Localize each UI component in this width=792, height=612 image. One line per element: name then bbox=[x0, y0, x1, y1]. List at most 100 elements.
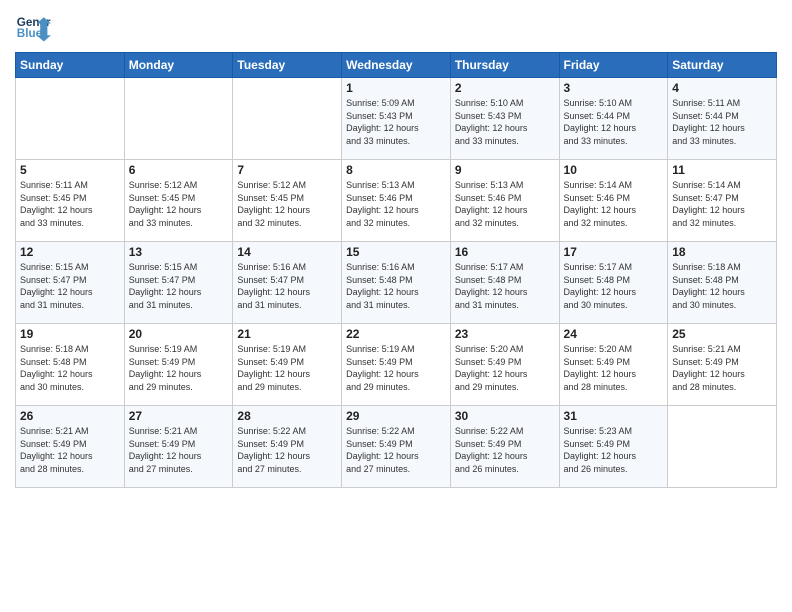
day-cell: 28 Sunrise: 5:22 AM Sunset: 5:49 PM Dayli… bbox=[233, 406, 342, 488]
day-cell: 26 Sunrise: 5:21 AM Sunset: 5:49 PM Dayli… bbox=[16, 406, 125, 488]
day-info: Sunrise: 5:11 AM Sunset: 5:45 PM Dayligh… bbox=[20, 179, 120, 229]
weekday-header-saturday: Saturday bbox=[668, 53, 777, 78]
day-cell: 29Sunrise: 5:22 AM Sunset: 5:49 PM Dayli… bbox=[342, 406, 451, 488]
day-cell: 14Sunrise: 5:16 AM Sunset: 5:47 PM Dayli… bbox=[233, 242, 342, 324]
day-info: Sunrise: 5:12 AM Sunset: 5:45 PM Dayligh… bbox=[237, 179, 337, 229]
day-number: 8 bbox=[346, 163, 446, 177]
day-cell: 13 Sunrise: 5:15 AM Sunset: 5:47 PM Dayli… bbox=[124, 242, 233, 324]
day-number: 16 bbox=[455, 245, 555, 259]
day-info: Sunrise: 5:22 AM Sunset: 5:49 PM Dayligh… bbox=[237, 425, 337, 475]
day-cell: 27Sunrise: 5:21 AM Sunset: 5:49 PM Dayli… bbox=[124, 406, 233, 488]
day-number: 2 bbox=[455, 81, 555, 95]
day-number: 31 bbox=[564, 409, 664, 423]
day-number: 22 bbox=[346, 327, 446, 341]
day-number: 15 bbox=[346, 245, 446, 259]
day-number: 4 bbox=[672, 81, 772, 95]
day-info: Sunrise: 5:17 AM Sunset: 5:48 PM Dayligh… bbox=[564, 261, 664, 311]
day-info: Sunrise: 5:18 AM Sunset: 5:48 PM Dayligh… bbox=[20, 343, 120, 393]
day-cell: 25Sunrise: 5:21 AM Sunset: 5:49 PM Dayli… bbox=[668, 324, 777, 406]
day-cell: 22 Sunrise: 5:19 AM Sunset: 5:49 PM Dayli… bbox=[342, 324, 451, 406]
day-info: Sunrise: 5:11 AM Sunset: 5:44 PM Dayligh… bbox=[672, 97, 772, 147]
day-cell: 31 Sunrise: 5:23 AM Sunset: 5:49 PM Dayli… bbox=[559, 406, 668, 488]
svg-text:Blue: Blue bbox=[17, 27, 43, 40]
day-info: Sunrise: 5:13 AM Sunset: 5:46 PM Dayligh… bbox=[455, 179, 555, 229]
day-number: 26 bbox=[20, 409, 120, 423]
day-cell: 9 Sunrise: 5:13 AM Sunset: 5:46 PM Daylig… bbox=[450, 160, 559, 242]
day-number: 18 bbox=[672, 245, 772, 259]
day-number: 6 bbox=[129, 163, 229, 177]
day-cell: 4 Sunrise: 5:11 AM Sunset: 5:44 PM Daylig… bbox=[668, 78, 777, 160]
day-number: 13 bbox=[129, 245, 229, 259]
day-info: Sunrise: 5:19 AM Sunset: 5:49 PM Dayligh… bbox=[129, 343, 229, 393]
day-info: Sunrise: 5:16 AM Sunset: 5:48 PM Dayligh… bbox=[346, 261, 446, 311]
day-number: 1 bbox=[346, 81, 446, 95]
day-info: Sunrise: 5:23 AM Sunset: 5:49 PM Dayligh… bbox=[564, 425, 664, 475]
logo: General Blue bbox=[15, 10, 51, 46]
day-cell: 30 Sunrise: 5:22 AM Sunset: 5:49 PM Dayli… bbox=[450, 406, 559, 488]
day-cell: 16 Sunrise: 5:17 AM Sunset: 5:48 PM Dayli… bbox=[450, 242, 559, 324]
day-info: Sunrise: 5:14 AM Sunset: 5:46 PM Dayligh… bbox=[564, 179, 664, 229]
day-cell: 11 Sunrise: 5:14 AM Sunset: 5:47 PM Dayli… bbox=[668, 160, 777, 242]
day-info: Sunrise: 5:22 AM Sunset: 5:49 PM Dayligh… bbox=[455, 425, 555, 475]
day-cell: 24 Sunrise: 5:20 AM Sunset: 5:49 PM Dayli… bbox=[559, 324, 668, 406]
day-info: Sunrise: 5:10 AM Sunset: 5:44 PM Dayligh… bbox=[564, 97, 664, 147]
day-cell: 10 Sunrise: 5:14 AM Sunset: 5:46 PM Dayli… bbox=[559, 160, 668, 242]
day-cell: 23Sunrise: 5:20 AM Sunset: 5:49 PM Dayli… bbox=[450, 324, 559, 406]
day-number: 19 bbox=[20, 327, 120, 341]
week-row-3: 12Sunrise: 5:15 AM Sunset: 5:47 PM Dayli… bbox=[16, 242, 777, 324]
day-info: Sunrise: 5:09 AM Sunset: 5:43 PM Dayligh… bbox=[346, 97, 446, 147]
day-number: 27 bbox=[129, 409, 229, 423]
day-number: 25 bbox=[672, 327, 772, 341]
day-number: 28 bbox=[237, 409, 337, 423]
day-number: 10 bbox=[564, 163, 664, 177]
day-number: 21 bbox=[237, 327, 337, 341]
weekday-header-row: SundayMondayTuesdayWednesdayThursdayFrid… bbox=[16, 53, 777, 78]
header: General Blue bbox=[15, 10, 777, 46]
week-row-5: 26 Sunrise: 5:21 AM Sunset: 5:49 PM Dayli… bbox=[16, 406, 777, 488]
day-info: Sunrise: 5:20 AM Sunset: 5:49 PM Dayligh… bbox=[564, 343, 664, 393]
week-row-4: 19 Sunrise: 5:18 AM Sunset: 5:48 PM Dayli… bbox=[16, 324, 777, 406]
day-cell: 15 Sunrise: 5:16 AM Sunset: 5:48 PM Dayli… bbox=[342, 242, 451, 324]
calendar-table: SundayMondayTuesdayWednesdayThursdayFrid… bbox=[15, 52, 777, 488]
weekday-header-monday: Monday bbox=[124, 53, 233, 78]
day-info: Sunrise: 5:19 AM Sunset: 5:49 PM Dayligh… bbox=[346, 343, 446, 393]
day-number: 29 bbox=[346, 409, 446, 423]
day-cell: 1 Sunrise: 5:09 AM Sunset: 5:43 PM Daylig… bbox=[342, 78, 451, 160]
day-number: 3 bbox=[564, 81, 664, 95]
day-info: Sunrise: 5:10 AM Sunset: 5:43 PM Dayligh… bbox=[455, 97, 555, 147]
day-info: Sunrise: 5:21 AM Sunset: 5:49 PM Dayligh… bbox=[20, 425, 120, 475]
day-cell bbox=[233, 78, 342, 160]
day-number: 9 bbox=[455, 163, 555, 177]
week-row-2: 5 Sunrise: 5:11 AM Sunset: 5:45 PM Daylig… bbox=[16, 160, 777, 242]
day-cell bbox=[668, 406, 777, 488]
day-number: 7 bbox=[237, 163, 337, 177]
day-info: Sunrise: 5:14 AM Sunset: 5:47 PM Dayligh… bbox=[672, 179, 772, 229]
day-number: 30 bbox=[455, 409, 555, 423]
day-cell: 21 Sunrise: 5:19 AM Sunset: 5:49 PM Dayli… bbox=[233, 324, 342, 406]
day-cell: 6Sunrise: 5:12 AM Sunset: 5:45 PM Daylig… bbox=[124, 160, 233, 242]
day-cell: 3 Sunrise: 5:10 AM Sunset: 5:44 PM Daylig… bbox=[559, 78, 668, 160]
logo-icon: General Blue bbox=[15, 10, 51, 46]
calendar-page: General Blue SundayMondayTuesdayWednesda… bbox=[0, 0, 792, 612]
day-cell: 8Sunrise: 5:13 AM Sunset: 5:46 PM Daylig… bbox=[342, 160, 451, 242]
day-number: 24 bbox=[564, 327, 664, 341]
weekday-header-sunday: Sunday bbox=[16, 53, 125, 78]
day-number: 17 bbox=[564, 245, 664, 259]
day-cell: 2 Sunrise: 5:10 AM Sunset: 5:43 PM Daylig… bbox=[450, 78, 559, 160]
day-cell: 7 Sunrise: 5:12 AM Sunset: 5:45 PM Daylig… bbox=[233, 160, 342, 242]
day-cell: 12Sunrise: 5:15 AM Sunset: 5:47 PM Dayli… bbox=[16, 242, 125, 324]
day-number: 14 bbox=[237, 245, 337, 259]
day-cell: 19 Sunrise: 5:18 AM Sunset: 5:48 PM Dayli… bbox=[16, 324, 125, 406]
weekday-header-tuesday: Tuesday bbox=[233, 53, 342, 78]
day-info: Sunrise: 5:18 AM Sunset: 5:48 PM Dayligh… bbox=[672, 261, 772, 311]
week-row-1: 1 Sunrise: 5:09 AM Sunset: 5:43 PM Daylig… bbox=[16, 78, 777, 160]
day-number: 11 bbox=[672, 163, 772, 177]
day-info: Sunrise: 5:19 AM Sunset: 5:49 PM Dayligh… bbox=[237, 343, 337, 393]
day-info: Sunrise: 5:17 AM Sunset: 5:48 PM Dayligh… bbox=[455, 261, 555, 311]
weekday-header-wednesday: Wednesday bbox=[342, 53, 451, 78]
day-number: 23 bbox=[455, 327, 555, 341]
day-info: Sunrise: 5:15 AM Sunset: 5:47 PM Dayligh… bbox=[129, 261, 229, 311]
day-number: 5 bbox=[20, 163, 120, 177]
day-cell bbox=[124, 78, 233, 160]
day-info: Sunrise: 5:15 AM Sunset: 5:47 PM Dayligh… bbox=[20, 261, 120, 311]
